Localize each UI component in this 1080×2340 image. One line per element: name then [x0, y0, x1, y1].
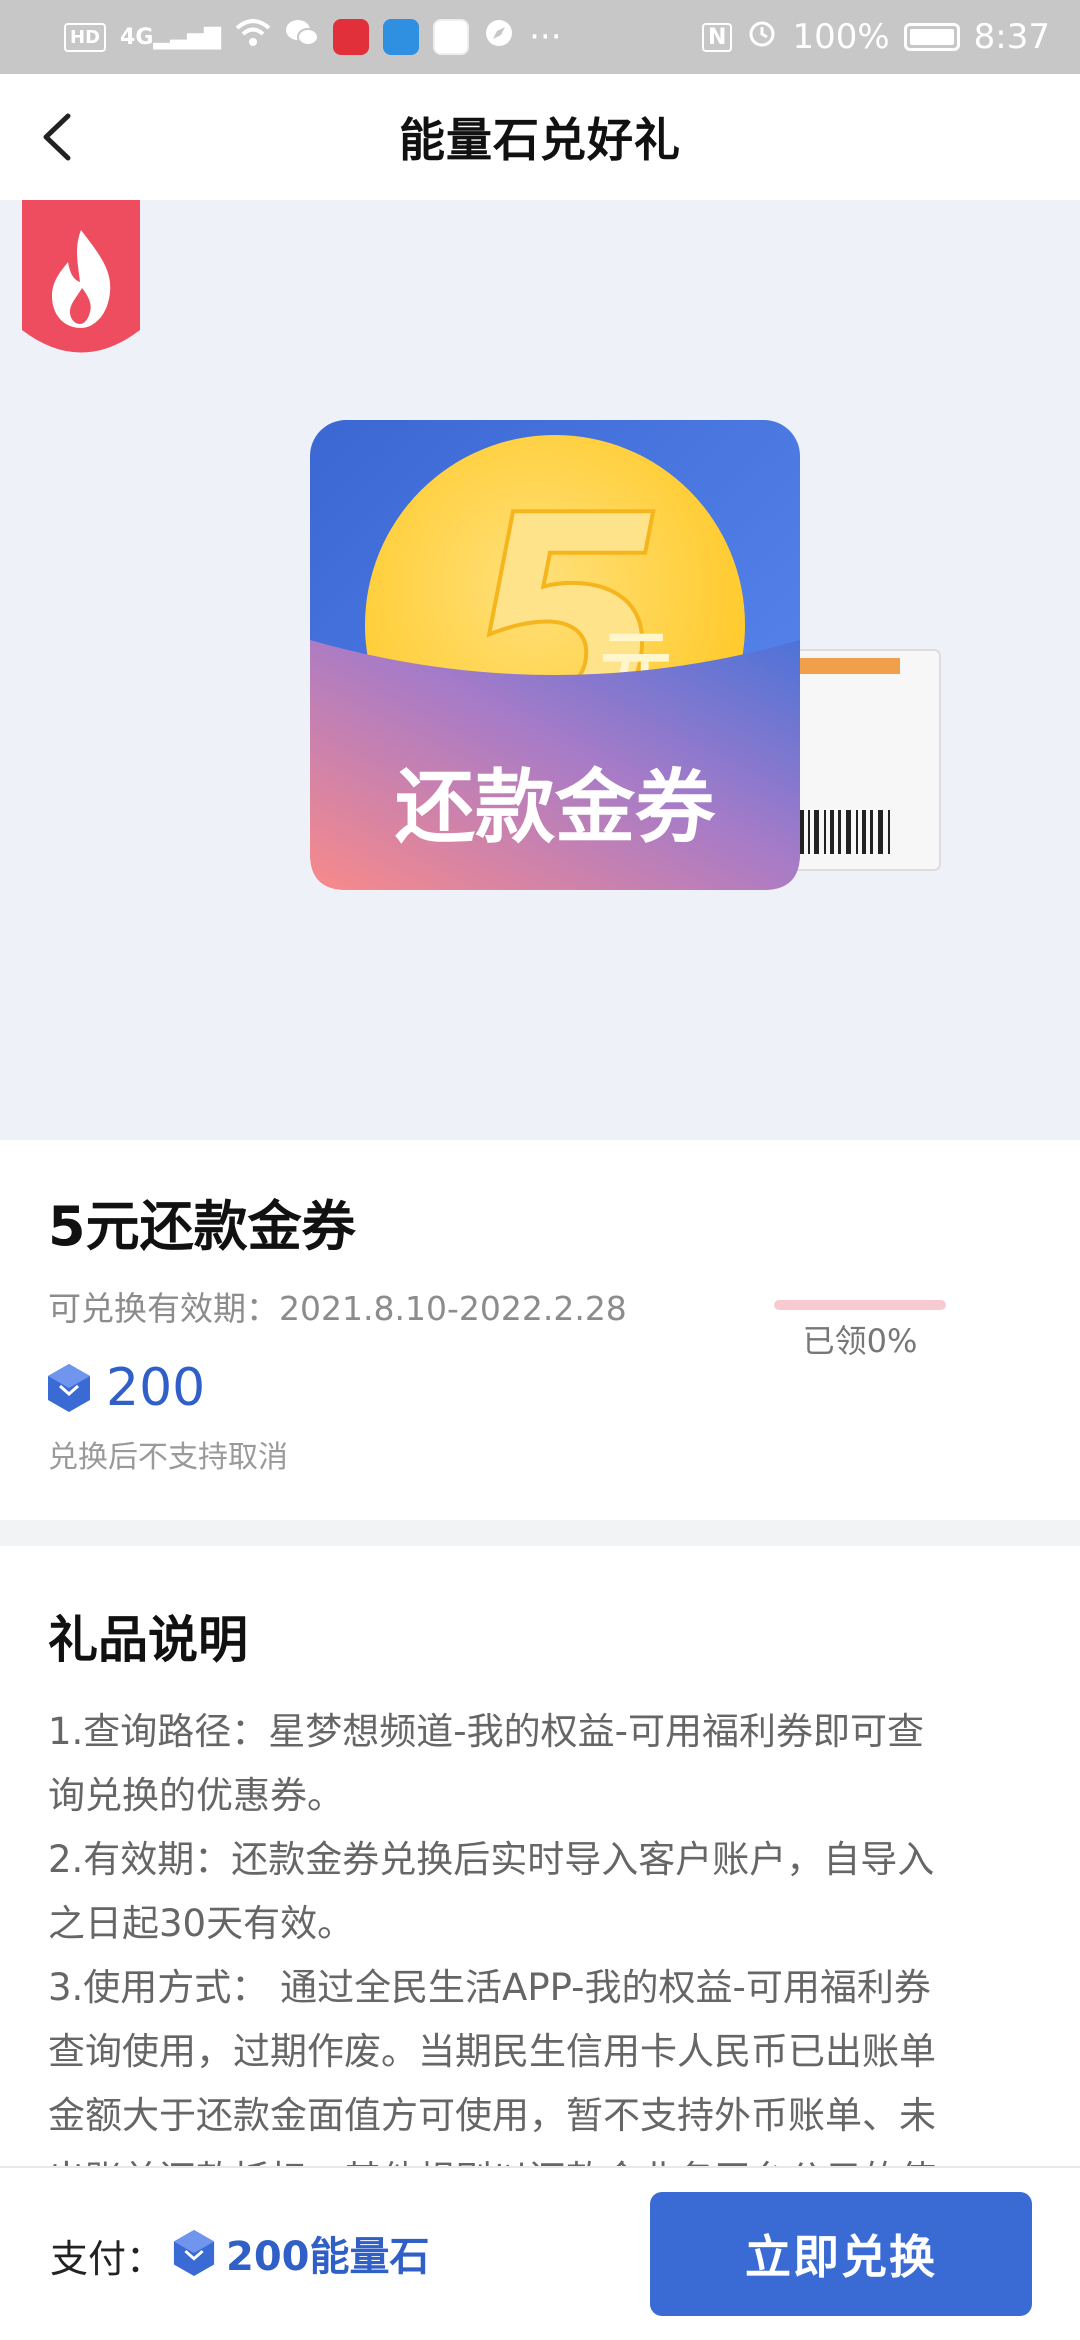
- product-banner: 5 元 还款金券: [0, 200, 1080, 1140]
- description-line: 之日起30天有效。: [48, 1902, 355, 1945]
- redeem-now-button[interactable]: 立即兑换: [650, 2192, 1032, 2316]
- description-body: 1.查询路径：星梦想频道-我的权益-可用福利券即可查 询兑换的优惠券。 2.有效…: [48, 1700, 1038, 2212]
- app-icon-youku: [433, 19, 470, 55]
- price-value: 200: [106, 1358, 206, 1418]
- description-heading: 礼品说明: [48, 1611, 248, 1669]
- wechat-icon: [285, 17, 320, 57]
- app-icon-cmbc: [333, 19, 370, 55]
- signal-icon: 4G▂▃▅▇: [120, 24, 222, 50]
- app-icon-quanmin: [383, 19, 420, 55]
- voucher-illustration: 5 元 还款金券: [310, 420, 941, 890]
- more-notifications: ···: [529, 17, 562, 57]
- price-row: 200: [46, 1358, 205, 1418]
- pay-label: 支付：: [50, 2237, 165, 2281]
- flame-icon: [22, 200, 140, 353]
- pay-amount: 200能量石: [226, 2234, 430, 2280]
- clock: 8:37: [973, 17, 1050, 57]
- description-line: 1.查询路径：星梦想频道-我的权益-可用福利券即可查: [48, 1710, 925, 1753]
- status-right: N 100% 8:37: [702, 17, 1050, 58]
- description-line: 金额大于还款金面值方可使用，暂不支持外币账单、未: [48, 2094, 936, 2137]
- description-line: 2.有效期：还款金券兑换后实时导入客户账户，自导入: [48, 1838, 935, 1881]
- claimed-progress-bar: [774, 1300, 946, 1310]
- wifi-icon: [235, 17, 271, 57]
- validity-period: 可兑换有效期：2021.8.10-2022.2.28: [48, 1289, 627, 1328]
- page-title: 能量石兑好礼: [399, 113, 681, 167]
- battery-icon: [903, 23, 960, 51]
- description-line: 查询使用，过期作废。当期民生信用卡人民币已出账单: [48, 2030, 936, 2073]
- chevron-left-icon: [43, 113, 71, 161]
- claimed-percent: 已领0%: [802, 1322, 918, 1360]
- compass-icon: [483, 17, 515, 58]
- status-bar: HD 4G▂▃▅▇ ··· N 100% 8:37: [0, 0, 1080, 74]
- status-left: HD 4G▂▃▅▇ ···: [64, 17, 562, 58]
- energy-stone-icon: [173, 2230, 215, 2276]
- network-type: 4G: [120, 24, 154, 50]
- bottom-pay-bar: 支付： 200能量石 立即兑换: [0, 2166, 1080, 2340]
- no-cancel-note: 兑换后不支持取消: [48, 1440, 288, 1475]
- battery-percent: 100%: [792, 17, 890, 57]
- back-button[interactable]: [34, 112, 84, 162]
- description-line: 询兑换的优惠券。: [48, 1774, 344, 1817]
- nfc-icon: N: [702, 22, 733, 52]
- voucher-caption-art: 还款金券: [395, 761, 716, 854]
- nav-header: 能量石兑好礼: [0, 74, 1080, 200]
- hd-indicator: HD: [64, 22, 107, 52]
- product-title: 5元还款金券: [48, 1195, 356, 1258]
- energy-stone-icon: [48, 1364, 90, 1412]
- alarm-icon: [746, 17, 778, 58]
- description-line: 3.使用方式： 通过全民生活APP-我的权益-可用福利券: [48, 1966, 931, 2009]
